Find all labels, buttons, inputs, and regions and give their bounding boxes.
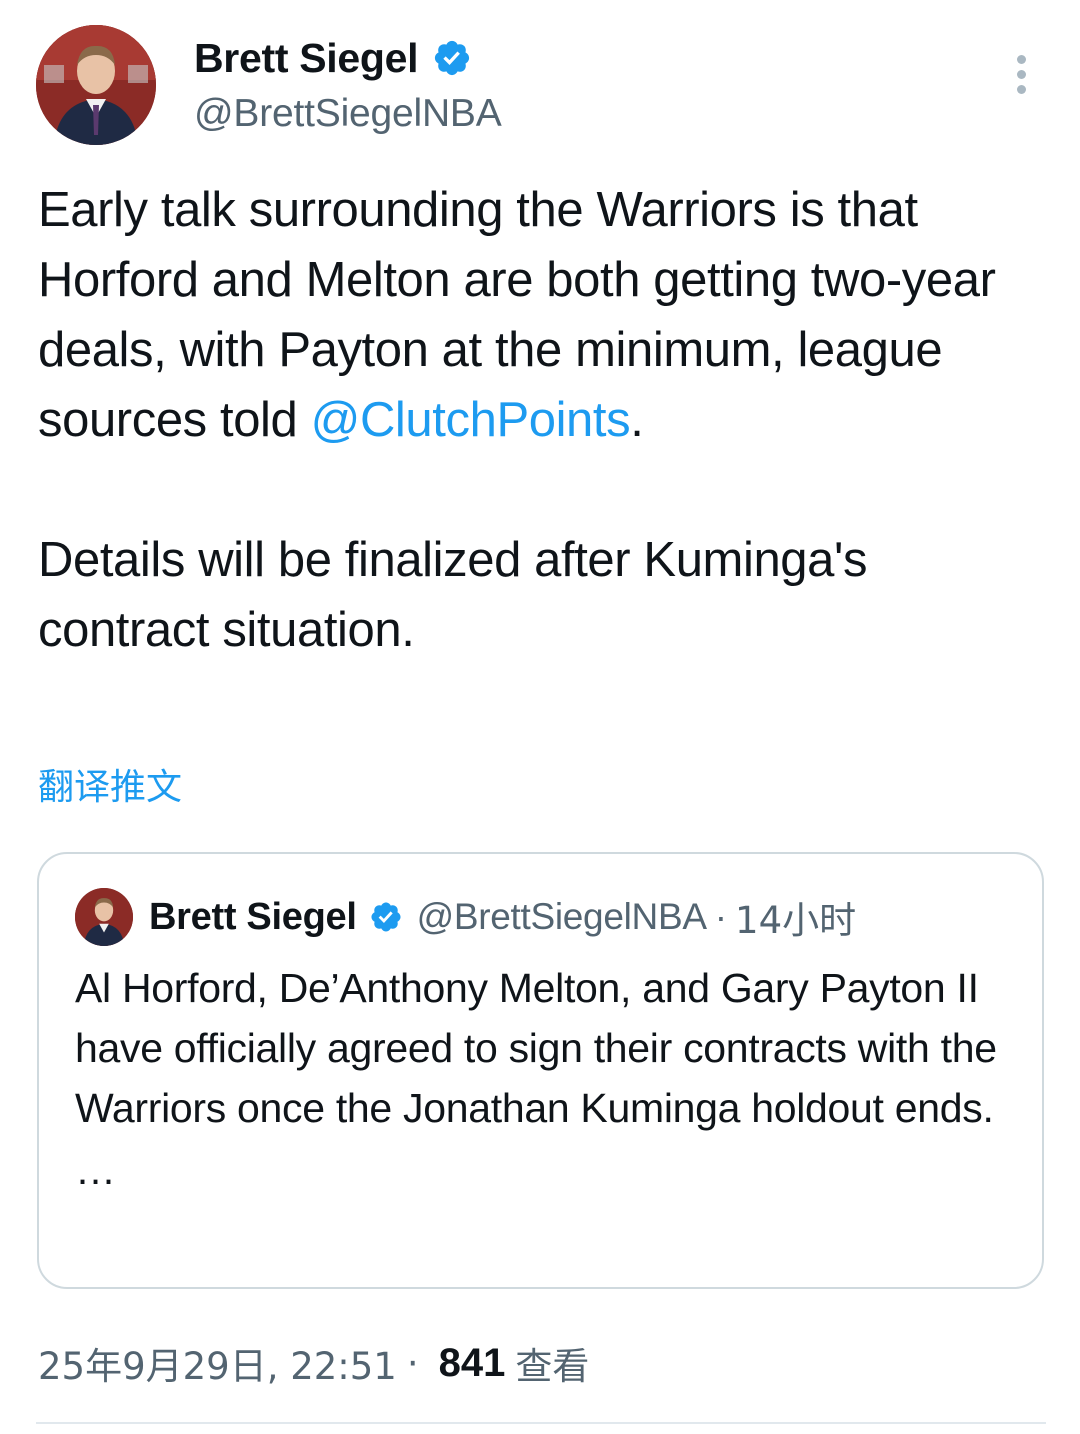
tweet-text-period: . — [630, 393, 644, 447]
tweet-paragraph-1: Early talk surrounding the Warriors is t… — [38, 175, 1048, 455]
quoted-tweet-body: Al Horford, De’Anthony Melton, and Gary … — [75, 965, 997, 1131]
author-name[interactable]: Brett Siegel — [194, 35, 419, 82]
tweet-paragraph-2: Details will be finalized after Kuminga'… — [38, 533, 868, 657]
views-label: 查看 — [515, 1345, 590, 1388]
tweet-timestamp[interactable]: 25年9月29日, 22:51 — [38, 1336, 397, 1390]
quoted-tweet-text: Al Horford, De’Anthony Melton, and Gary … — [75, 958, 1025, 1200]
separator-dot: · — [406, 1341, 419, 1385]
views-count: 841 — [438, 1340, 506, 1385]
mention-link[interactable]: @ClutchPoints — [311, 393, 631, 447]
tweet-header: Brett Siegel @BrettSiegelNBA — [36, 25, 1046, 147]
quoted-author-name: Brett Siegel — [149, 895, 357, 938]
tweet-detail: Brett Siegel @BrettSiegelNBA Early talk … — [0, 0, 1080, 1434]
separator-dot: · — [714, 896, 728, 937]
avatar[interactable] — [36, 25, 156, 145]
verified-badge-icon — [371, 902, 401, 932]
tweet-text: Early talk surrounding the Warriors is t… — [38, 175, 1048, 665]
tweet-meta: 25年9月29日, 22:51 · 841 查看 — [38, 1336, 589, 1390]
quoted-avatar — [75, 888, 133, 946]
quoted-author-handle: @BrettSiegelNBA — [416, 896, 707, 937]
divider — [36, 1422, 1046, 1424]
translate-tweet-link[interactable]: 翻译推文 — [38, 758, 182, 810]
quoted-tweet-card[interactable]: Brett Siegel @BrettSiegelNBA · 14小时 Al H… — [37, 852, 1044, 1289]
more-options-icon[interactable] — [1011, 55, 1031, 95]
author-info: Brett Siegel @BrettSiegelNBA — [194, 33, 502, 136]
quoted-tweet-time: 14小时 — [735, 899, 857, 942]
author-handle[interactable]: @BrettSiegelNBA — [194, 92, 502, 136]
verified-badge-icon — [435, 40, 470, 76]
quoted-tweet-header: Brett Siegel @BrettSiegelNBA · 14小时 — [75, 888, 856, 946]
quoted-tweet-ellipsis: … — [75, 1147, 116, 1193]
